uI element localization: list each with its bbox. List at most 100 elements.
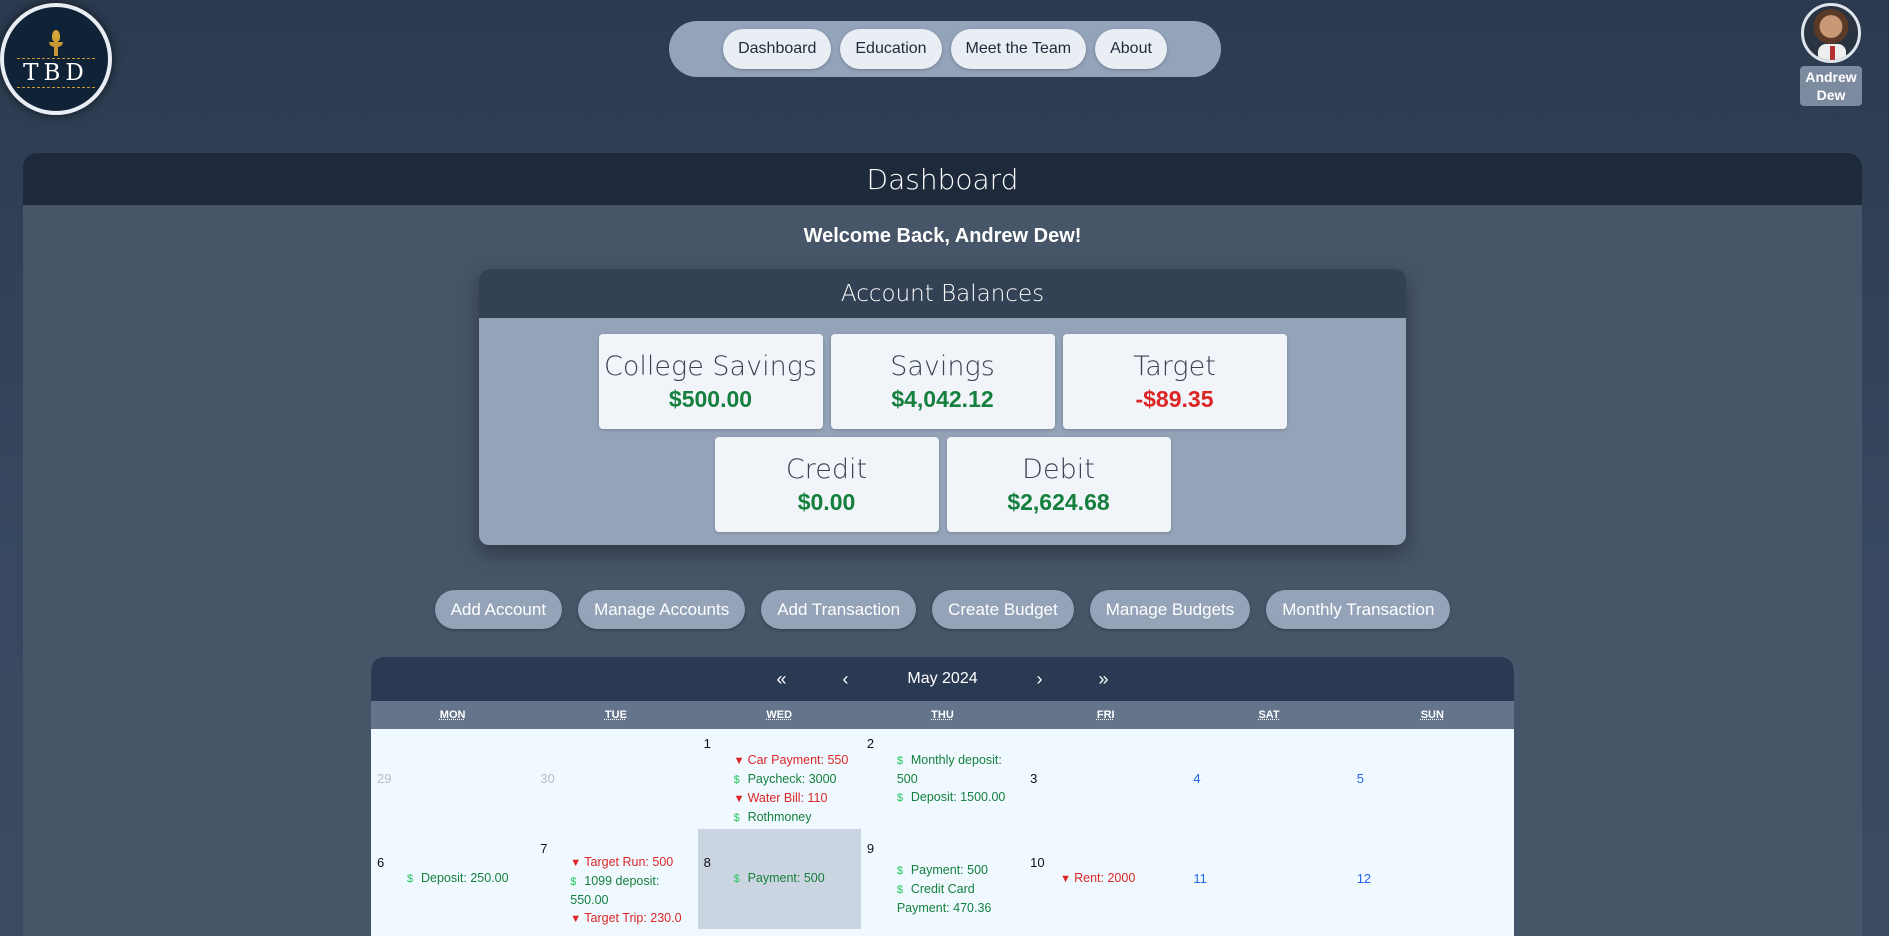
calendar-week: 6 $ Deposit: 250.00 7 ▼ Target Run: 500 $1099 … bbox=[371, 829, 1514, 929]
balance-card-college-savings[interactable]: College Savings $500.00 bbox=[598, 334, 823, 429]
calendar-day-number: 30 bbox=[540, 771, 555, 786]
calendar-day[interactable]: 12 bbox=[1351, 829, 1514, 929]
add-account-button[interactable]: Add Account bbox=[434, 590, 563, 629]
nav-education[interactable]: Education bbox=[840, 29, 942, 69]
nav-dashboard[interactable]: Dashboard bbox=[723, 29, 832, 69]
account-amount: $2,624.68 bbox=[1007, 488, 1110, 515]
nav-about[interactable]: About bbox=[1095, 29, 1167, 69]
nav-meet-the-team[interactable]: Meet the Team bbox=[950, 29, 1087, 69]
expense-event[interactable]: ▼ Target Trip: 230.0 bbox=[570, 909, 693, 928]
dollar-icon: $ bbox=[896, 884, 903, 896]
account-amount: $4,042.12 bbox=[891, 385, 994, 412]
manage-accounts-button[interactable]: Manage Accounts bbox=[578, 590, 746, 629]
calendar-week: 29 30 1 ▼ Car Payment: 550 $ Paycheck: 3000 ▼ Wa… bbox=[371, 729, 1514, 829]
expense-event[interactable]: ▼ Water Bill: 110 bbox=[734, 789, 857, 808]
calendar-day[interactable]: 10 ▼ Rent: 2000 bbox=[1024, 829, 1187, 929]
calendar-day-number: 1 bbox=[703, 736, 711, 751]
action-bar: Add Account Manage Accounts Add Transact… bbox=[23, 590, 1862, 629]
income-event[interactable]: $ Paycheck: 3000 bbox=[734, 770, 857, 789]
user-last-name: Dew bbox=[1816, 87, 1846, 103]
balance-card-target[interactable]: Target -$89.35 bbox=[1062, 334, 1287, 429]
calendar-day-number: 10 bbox=[1030, 855, 1045, 870]
income-event[interactable]: $ Credit Card Payment: 470.36 bbox=[897, 880, 1020, 917]
avatar[interactable] bbox=[1801, 3, 1861, 63]
expense-event[interactable]: ▼ Car Payment: 550 bbox=[734, 751, 857, 770]
dollar-icon: $ bbox=[896, 755, 903, 767]
dashboard-panel: Dashboard Welcome Back, Andrew Dew! Acco… bbox=[23, 153, 1862, 936]
calendar-month-label[interactable]: May 2024 bbox=[878, 670, 1008, 688]
calendar-day[interactable]: 11 bbox=[1187, 829, 1350, 929]
create-budget-button[interactable]: Create Budget bbox=[932, 590, 1074, 629]
calendar-day[interactable]: 29 bbox=[371, 729, 534, 829]
event-text: Monthly deposit: 500 bbox=[896, 753, 1002, 786]
calendar-day-number: 11 bbox=[1193, 871, 1207, 886]
income-event[interactable]: $ Deposit: 1500.00 bbox=[897, 788, 1020, 807]
balance-card-credit[interactable]: Credit $0.00 bbox=[714, 437, 939, 532]
calendar-nav: « ‹ May 2024 › » bbox=[371, 657, 1514, 701]
dollar-icon: $ bbox=[896, 865, 903, 877]
calendar-day[interactable]: 5 bbox=[1351, 729, 1514, 829]
next-month-button[interactable]: › bbox=[1008, 669, 1072, 690]
calendar-day[interactable]: 8 $ Payment: 500 bbox=[697, 829, 861, 929]
monthly-transaction-button[interactable]: Monthly Transaction bbox=[1266, 590, 1451, 629]
account-name: Target bbox=[1133, 350, 1216, 382]
event-text: Car Payment: 550 bbox=[747, 753, 849, 767]
event-text: Rent: 2000 bbox=[1074, 871, 1136, 885]
income-event[interactable]: $ Deposit: 250.00 bbox=[407, 869, 530, 888]
dollar-icon: $ bbox=[896, 792, 903, 804]
add-transaction-button[interactable]: Add Transaction bbox=[761, 590, 917, 629]
account-balances: Account Balances College Savings $500.00… bbox=[479, 269, 1406, 545]
income-event[interactable]: $ Payment: 500 bbox=[734, 869, 857, 888]
event-text: Target Trip: 230.0 bbox=[584, 911, 682, 925]
account-balances-title: Account Balances bbox=[479, 269, 1406, 318]
income-event[interactable]: $ Rothmoney bbox=[734, 808, 857, 827]
balance-card-debit[interactable]: Debit $2,624.68 bbox=[946, 437, 1171, 532]
calendar-day[interactable]: 1 ▼ Car Payment: 550 $ Paycheck: 3000 ▼ Water … bbox=[698, 729, 861, 829]
calendar-day-number: 5 bbox=[1356, 771, 1364, 786]
down-triangle-icon: ▼ bbox=[570, 857, 582, 869]
user-name[interactable]: Andrew Dew bbox=[1800, 66, 1862, 106]
calendar-day[interactable]: 4 bbox=[1187, 729, 1350, 829]
calendar-day[interactable]: 2 $ Monthly deposit: 500 $ Deposit: 1500.00 bbox=[861, 729, 1024, 829]
calendar-day-number: 9 bbox=[866, 841, 875, 856]
welcome-message: Welcome Back, Andrew Dew! bbox=[803, 225, 1082, 247]
calendar-day[interactable]: 6 $ Deposit: 250.00 bbox=[371, 829, 534, 929]
calendar-day[interactable]: 3 bbox=[1024, 729, 1187, 829]
next-year-button[interactable]: » bbox=[1072, 669, 1136, 690]
dollar-icon: $ bbox=[570, 876, 577, 888]
income-event[interactable]: $ Payment: 500 bbox=[897, 861, 1020, 880]
user-menu[interactable]: Andrew Dew bbox=[1800, 3, 1862, 106]
expense-event[interactable]: ▼ Target Run: 500 bbox=[570, 853, 693, 872]
income-event[interactable]: $ Monthly deposit: 500 bbox=[897, 751, 1020, 788]
calendar-day[interactable]: 7 ▼ Target Run: 500 $1099 deposit: 550.00 ▼ T… bbox=[534, 829, 697, 929]
manage-budgets-button[interactable]: Manage Budgets bbox=[1089, 590, 1251, 629]
logo[interactable]: TBD bbox=[0, 3, 112, 115]
logo-text: TBD bbox=[17, 58, 95, 88]
down-triangle-icon: ▼ bbox=[733, 793, 745, 805]
torch-icon bbox=[46, 30, 66, 56]
income-event[interactable]: $1099 deposit: 550.00 bbox=[570, 872, 693, 909]
prev-month-button[interactable]: ‹ bbox=[814, 669, 878, 690]
account-amount: $500.00 bbox=[668, 385, 753, 412]
down-triangle-icon: ▼ bbox=[1060, 873, 1072, 885]
weekday-label: SUN bbox=[1420, 709, 1444, 721]
down-triangle-icon: ▼ bbox=[570, 913, 582, 925]
weekday-label: SAT bbox=[1258, 709, 1280, 721]
balance-card-savings[interactable]: Savings $4,042.12 bbox=[830, 334, 1055, 429]
weekday-label: THU bbox=[931, 709, 954, 721]
expense-event[interactable]: ▼ Rent: 2000 bbox=[1060, 869, 1183, 888]
dollar-icon: $ bbox=[407, 873, 414, 885]
page-title: Dashboard bbox=[23, 153, 1862, 205]
weekday-label: MON bbox=[439, 709, 466, 721]
weekday-label: TUE bbox=[604, 709, 627, 721]
calendar-grid: 29 30 1 ▼ Car Payment: 550 $ Paycheck: 3000 ▼ Wa… bbox=[371, 729, 1514, 929]
calendar-day-number: 2 bbox=[866, 736, 875, 751]
event-text: Target Run: 500 bbox=[584, 855, 674, 869]
prev-year-button[interactable]: « bbox=[750, 669, 814, 690]
calendar-day[interactable]: 9 $ Payment: 500 $ Credit Card Payment: 470.… bbox=[861, 829, 1024, 929]
user-first-name: Andrew bbox=[1805, 69, 1857, 85]
event-text: Payment: 500 bbox=[747, 871, 825, 885]
calendar-day[interactable]: 30 bbox=[534, 729, 697, 829]
main-nav: Dashboard Education Meet the Team About bbox=[669, 21, 1221, 77]
account-name: Credit bbox=[785, 453, 868, 485]
